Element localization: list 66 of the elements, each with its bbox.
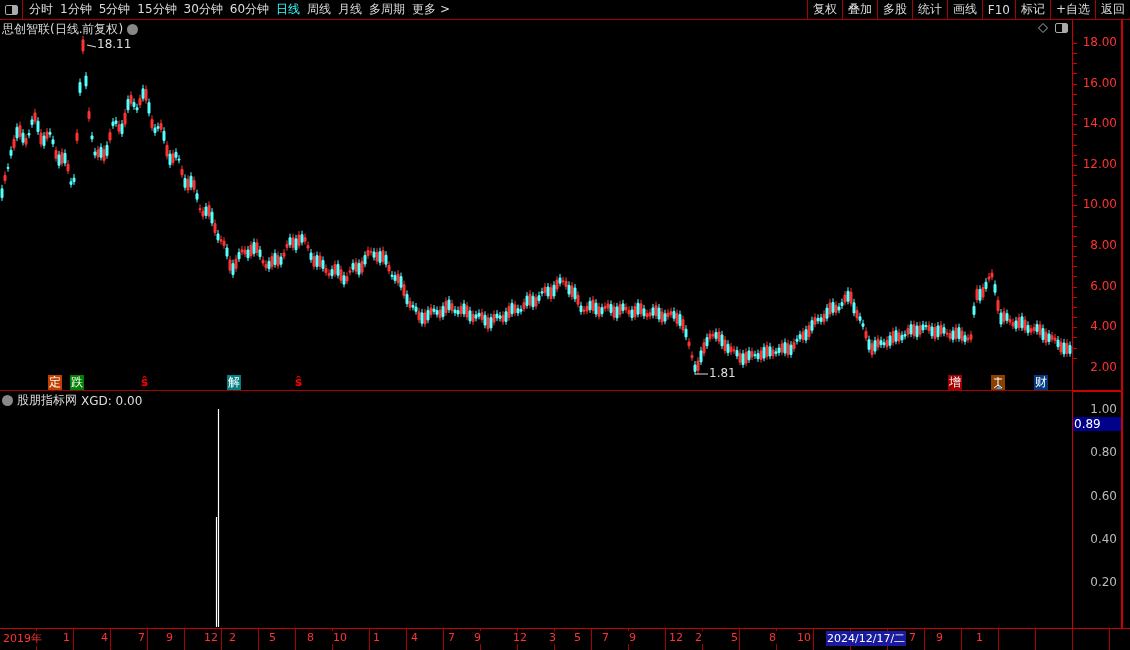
period-tab[interactable]: 60分钟 <box>229 1 270 18</box>
date-axis-label: 7 <box>137 631 146 644</box>
date-axis-label: 9 <box>473 631 482 644</box>
event-marker[interactable]: 跌 <box>70 375 84 390</box>
date-axis-label: 2019年 <box>2 631 43 646</box>
price-axis-label: 6.00 <box>1090 278 1117 293</box>
date-axis-label: 4 <box>100 631 109 644</box>
event-marker[interactable]: 财 <box>1034 375 1048 390</box>
date-axis-label: 8 <box>768 631 777 644</box>
date-axis-label: 2 <box>694 631 703 644</box>
indicator-axis-label: 1.00 <box>1090 402 1117 416</box>
indicator-reading: XGD: 0.00 <box>81 393 143 408</box>
indicator-axis-label: 0.80 <box>1090 445 1117 460</box>
event-marker[interactable]: 增 <box>948 375 962 390</box>
period-tab[interactable]: 15分钟 <box>137 1 177 18</box>
indicator-title: 股朋指标网 <box>17 392 77 409</box>
date-axis-label: 12 <box>668 631 684 644</box>
period-tab[interactable]: 多周期 <box>369 1 406 18</box>
date-axis-label: 1 <box>62 631 71 644</box>
price-axis-label: 10.00 <box>1082 197 1117 212</box>
period-tab[interactable]: 更多 > <box>412 1 450 18</box>
price-axis-label: 14.00 <box>1082 116 1117 131</box>
chart-title: 思创智联(日线.前复权) <box>2 21 124 38</box>
price-axis-label: 12.00 <box>1082 156 1117 171</box>
period-tab[interactable]: 日线 <box>276 1 301 18</box>
date-axis-label: 5 <box>268 631 277 644</box>
date-axis-label: 7 <box>601 631 610 644</box>
price-axis-label: 16.00 <box>1082 75 1117 90</box>
period-tab[interactable]: 分时 <box>29 1 53 18</box>
date-axis-label: 10 <box>332 631 348 644</box>
price-axis-label: 8.00 <box>1090 238 1117 252</box>
date-axis-label: 2024/12/17/二 <box>826 631 907 646</box>
date-axis-label: 3 <box>548 631 557 644</box>
event-marker[interactable]: 解 <box>227 375 241 390</box>
date-axis-label: 2 <box>228 631 237 644</box>
date-axis-label: 9 <box>935 631 944 644</box>
event-marker[interactable]: ŝ <box>140 375 150 390</box>
date-axis-label: 1 <box>975 631 984 644</box>
date-axis-label: 12 <box>203 631 219 644</box>
low-price-label: 1.81 <box>709 366 736 380</box>
date-axis-label: 4 <box>410 631 419 644</box>
event-marker[interactable]: 定 <box>48 375 62 390</box>
event-marker[interactable]: ŝ <box>294 375 304 390</box>
cursor-value-label: 0.89 <box>1073 417 1121 431</box>
period-tab[interactable]: 5分钟 <box>98 1 131 18</box>
price-axis-label: 2.00 <box>1090 359 1117 374</box>
price-axis-label: 18.00 <box>1082 35 1117 49</box>
price-axis-label: 4.00 <box>1090 319 1117 334</box>
period-tab[interactable]: 30分钟 <box>183 1 223 18</box>
date-axis-label: 10 <box>796 631 812 644</box>
date-axis-label: 7 <box>908 631 917 644</box>
date-axis-label: 8 <box>306 631 315 644</box>
high-price-label: 18.11 <box>97 37 132 51</box>
indicator-axis-label: 0.60 <box>1090 488 1117 503</box>
indicator-axis-label: 0.20 <box>1090 575 1117 589</box>
period-tab[interactable]: 1分钟 <box>60 1 92 18</box>
date-axis-label: 9 <box>165 631 174 644</box>
date-axis-label: 5 <box>573 631 582 644</box>
period-tab[interactable]: 周线 <box>307 1 332 18</box>
date-axis-label: 12 <box>512 631 528 644</box>
date-axis-label: 7 <box>447 631 456 644</box>
date-axis-label: 9 <box>628 631 637 644</box>
period-tab[interactable]: 月线 <box>338 1 363 18</box>
date-axis-label: 5 <box>730 631 739 644</box>
indicator-axis-label: 0.40 <box>1090 531 1117 546</box>
date-axis-label: 1 <box>372 631 381 644</box>
